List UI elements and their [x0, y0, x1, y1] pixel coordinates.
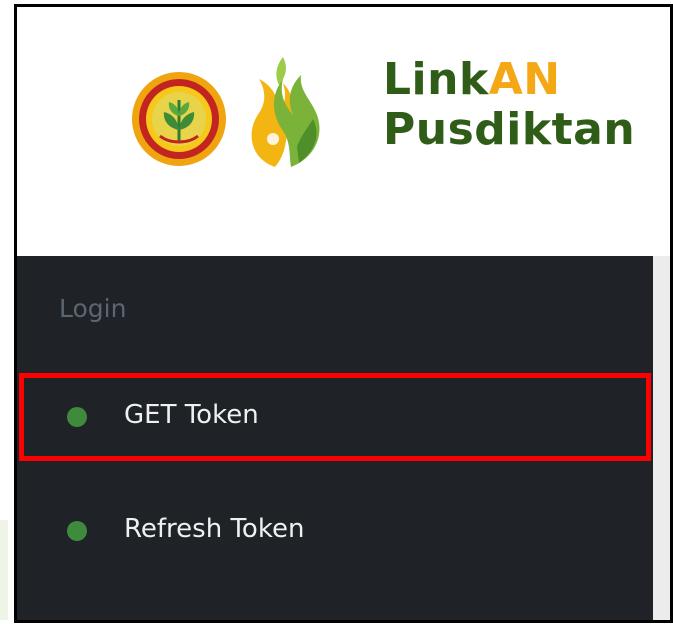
- sidebar-item-get-token[interactable]: GET Token: [19, 373, 651, 461]
- sidebar-item-label: Refresh Token: [124, 514, 305, 544]
- ministry-seal-icon: [132, 72, 226, 166]
- brand-name-line2: Pusdiktan: [383, 104, 636, 155]
- header: LinkAN Pusdiktan: [17, 7, 670, 256]
- page-background-tint: [0, 520, 8, 620]
- sidebar-item-refresh-token[interactable]: Refresh Token: [19, 487, 651, 575]
- green-dot-icon: [67, 521, 87, 541]
- brand-name: LinkAN Pusdiktan: [383, 57, 635, 153]
- green-dot-icon: [67, 407, 87, 427]
- sidebar: Login GET Token Refresh Token: [17, 256, 653, 620]
- content-area-edge: [653, 256, 670, 620]
- sidebar-item-label: GET Token: [124, 400, 259, 430]
- sidebar-section-label: Login: [59, 294, 127, 323]
- flame-logo-icon: [251, 57, 320, 167]
- brand-name-accent: AN: [488, 54, 561, 105]
- brand-name-part1: Link: [383, 54, 489, 105]
- app-frame: LinkAN Pusdiktan Login GET Token Refresh…: [14, 4, 673, 623]
